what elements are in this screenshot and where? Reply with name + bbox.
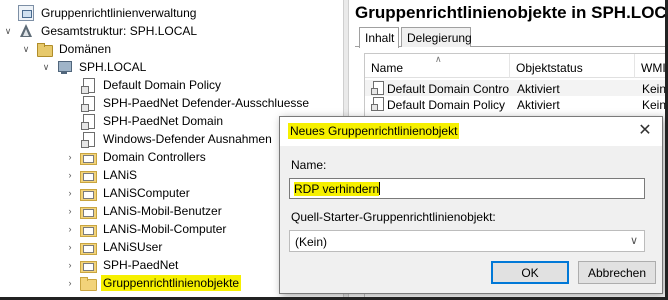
tree-item-ou-lanis-mobil-benutzer[interactable]: › LANiS-Mobil-Benutzer xyxy=(64,202,224,220)
tree-twisty xyxy=(64,97,76,109)
chevron-down-icon: ∨ xyxy=(629,235,638,247)
tree-item-label: Windows-Defender Ausnahmen xyxy=(103,132,272,146)
sort-ascending-icon: ∧ xyxy=(435,54,442,64)
cell-status: Aktiviert xyxy=(517,82,560,96)
chevron-down-icon[interactable]: ∨ xyxy=(40,61,52,73)
table-row[interactable]: Default Domain Policy Aktiviert Keine xyxy=(365,96,668,112)
tree-item-label: LANiSUser xyxy=(103,240,163,254)
column-header-wmi[interactable]: WMI xyxy=(635,54,668,78)
chevron-right-icon[interactable]: › xyxy=(64,169,76,181)
forest-icon xyxy=(18,23,34,39)
cancel-button[interactable]: Abbrechen xyxy=(578,261,656,284)
new-gpo-dialog: Neues Gruppenrichtlinienobjekt ✕ Name: R… xyxy=(279,116,663,294)
tree-item-gpo-link[interactable]: SPH-PaedNet Defender-Ausschluesse xyxy=(64,94,311,112)
tree-item-gpo-container[interactable]: › Gruppenrichtlinienobjekte xyxy=(64,274,242,292)
ou-icon xyxy=(80,167,97,183)
chevron-right-icon[interactable]: › xyxy=(64,151,76,163)
tree-item-ou-lanis-mobil-computer[interactable]: › LANiS-Mobil-Computer xyxy=(64,220,228,238)
tree-item-label: Gruppenrichtlinienobjekte xyxy=(101,275,242,291)
tree-twisty xyxy=(64,79,76,91)
tree-item-ou-sph-paednet[interactable]: › SPH-PaedNet xyxy=(64,256,180,274)
domain-icon xyxy=(56,59,72,75)
dialog-title: Neues Gruppenrichtlinienobjekt xyxy=(288,123,460,139)
tree-twisty xyxy=(64,133,76,145)
folder-icon xyxy=(80,275,97,291)
tree-item-domains[interactable]: ∨ Domänen xyxy=(20,40,113,58)
tree-item-ou-lanisuser[interactable]: › LANiSUser xyxy=(64,238,164,256)
tree-item-label: Domain Controllers xyxy=(103,150,206,164)
domains-folder-icon xyxy=(36,41,53,57)
source-starter-value: (Kein) xyxy=(295,235,328,249)
chevron-right-icon[interactable]: › xyxy=(64,223,76,235)
tree-item-label: SPH.LOCAL xyxy=(79,60,147,74)
gpo-icon xyxy=(371,81,384,95)
tree-item-ou-laniscomputer[interactable]: › LANiSComputer xyxy=(64,184,192,202)
source-starter-gpo-select[interactable]: (Kein) ∨ xyxy=(289,230,645,252)
chevron-right-icon[interactable]: › xyxy=(64,187,76,199)
tree-item-ou-lanis[interactable]: › LANiS xyxy=(64,166,139,184)
cell-name: Default Domain Policy xyxy=(387,98,506,112)
chevron-down-icon[interactable]: ∨ xyxy=(2,25,14,37)
ou-icon xyxy=(80,185,97,201)
tree-item-label: Gruppenrichtlinienverwaltung xyxy=(41,6,197,20)
gpo-link-icon xyxy=(80,95,96,112)
gpo-name-field[interactable]: RDP verhindern xyxy=(289,178,645,199)
tree-item-gpo-link[interactable]: Default Domain Policy xyxy=(64,76,223,94)
tree-twisty xyxy=(2,7,14,19)
tree-item-label: SPH-PaedNet xyxy=(103,258,179,272)
tab-delegierung[interactable]: Delegierung xyxy=(401,27,472,47)
ok-button[interactable]: OK xyxy=(491,261,569,284)
details-title: Gruppenrichtlinienobjekte in SPH.LOCAL xyxy=(355,3,668,22)
gpo-link-icon xyxy=(80,77,96,94)
ou-icon xyxy=(80,149,97,165)
tree-item-label: SPH-PaedNet Domain xyxy=(103,114,224,128)
tree-item-label: LANiSComputer xyxy=(103,186,190,200)
tree-item-gpm-root[interactable]: Gruppenrichtlinienverwaltung xyxy=(2,4,198,22)
tree-twisty xyxy=(64,115,76,127)
column-header-label: WMI xyxy=(641,61,666,75)
tree-item-label: LANiS-Mobil-Computer xyxy=(103,222,227,236)
tree-item-forest[interactable]: ∨ Gesamtstruktur: SPH.LOCAL xyxy=(2,22,199,40)
table-row[interactable]: Default Domain Controll... Aktiviert Kei… xyxy=(365,80,668,96)
gpo-icon xyxy=(371,97,384,111)
tree-item-gpo-link[interactable]: Windows-Defender Ausnahmen xyxy=(64,130,274,148)
gpo-link-icon xyxy=(80,131,96,148)
chevron-right-icon[interactable]: › xyxy=(64,259,76,271)
tab-bar: Inhalt Delegierung xyxy=(355,27,668,48)
close-icon[interactable]: ✕ xyxy=(628,117,662,146)
chevron-right-icon[interactable]: › xyxy=(64,241,76,253)
gpm-console-icon xyxy=(18,5,34,21)
gpo-link-icon xyxy=(80,113,96,130)
gpo-name-value: RDP verhindern xyxy=(294,182,380,196)
ou-icon xyxy=(80,203,97,219)
tree-item-domain-sph-local[interactable]: ∨ SPH.LOCAL xyxy=(40,58,148,76)
column-header-status[interactable]: Objektstatus xyxy=(510,54,635,78)
chevron-right-icon[interactable]: › xyxy=(64,205,76,217)
tree-item-label: SPH-PaedNet Defender-Ausschluesse xyxy=(103,96,310,110)
chevron-down-icon[interactable]: ∨ xyxy=(20,43,32,55)
tree-item-label: Default Domain Policy xyxy=(103,78,222,92)
ou-icon xyxy=(80,221,97,237)
ou-icon xyxy=(80,257,97,273)
name-label: Name: xyxy=(291,158,327,172)
cell-status: Aktiviert xyxy=(517,98,560,112)
list-header: Name ∧ Objektstatus WMI xyxy=(365,54,668,78)
tree-item-gpo-link[interactable]: SPH-PaedNet Domain xyxy=(64,112,225,130)
tree-item-label: LANiS xyxy=(103,168,138,182)
tree-item-label: Domänen xyxy=(59,42,112,56)
chevron-right-icon[interactable]: › xyxy=(64,277,76,289)
tree-item-label: LANiS-Mobil-Benutzer xyxy=(103,204,222,218)
column-header-label: Objektstatus xyxy=(516,61,583,75)
dialog-titlebar[interactable]: Neues Gruppenrichtlinienobjekt ✕ xyxy=(280,117,662,146)
source-starter-label: Quell-Starter-Gruppenrichtlinienobjekt: xyxy=(291,210,496,224)
text-caret xyxy=(379,182,381,195)
column-header-label: Name xyxy=(371,61,404,75)
ou-icon xyxy=(80,239,97,255)
tree-item-ou-domain-controllers[interactable]: › Domain Controllers xyxy=(64,148,208,166)
cell-name: Default Domain Controll... xyxy=(387,82,509,96)
tree-item-label: Gesamtstruktur: SPH.LOCAL xyxy=(41,24,198,38)
tab-inhalt[interactable]: Inhalt xyxy=(359,27,399,48)
